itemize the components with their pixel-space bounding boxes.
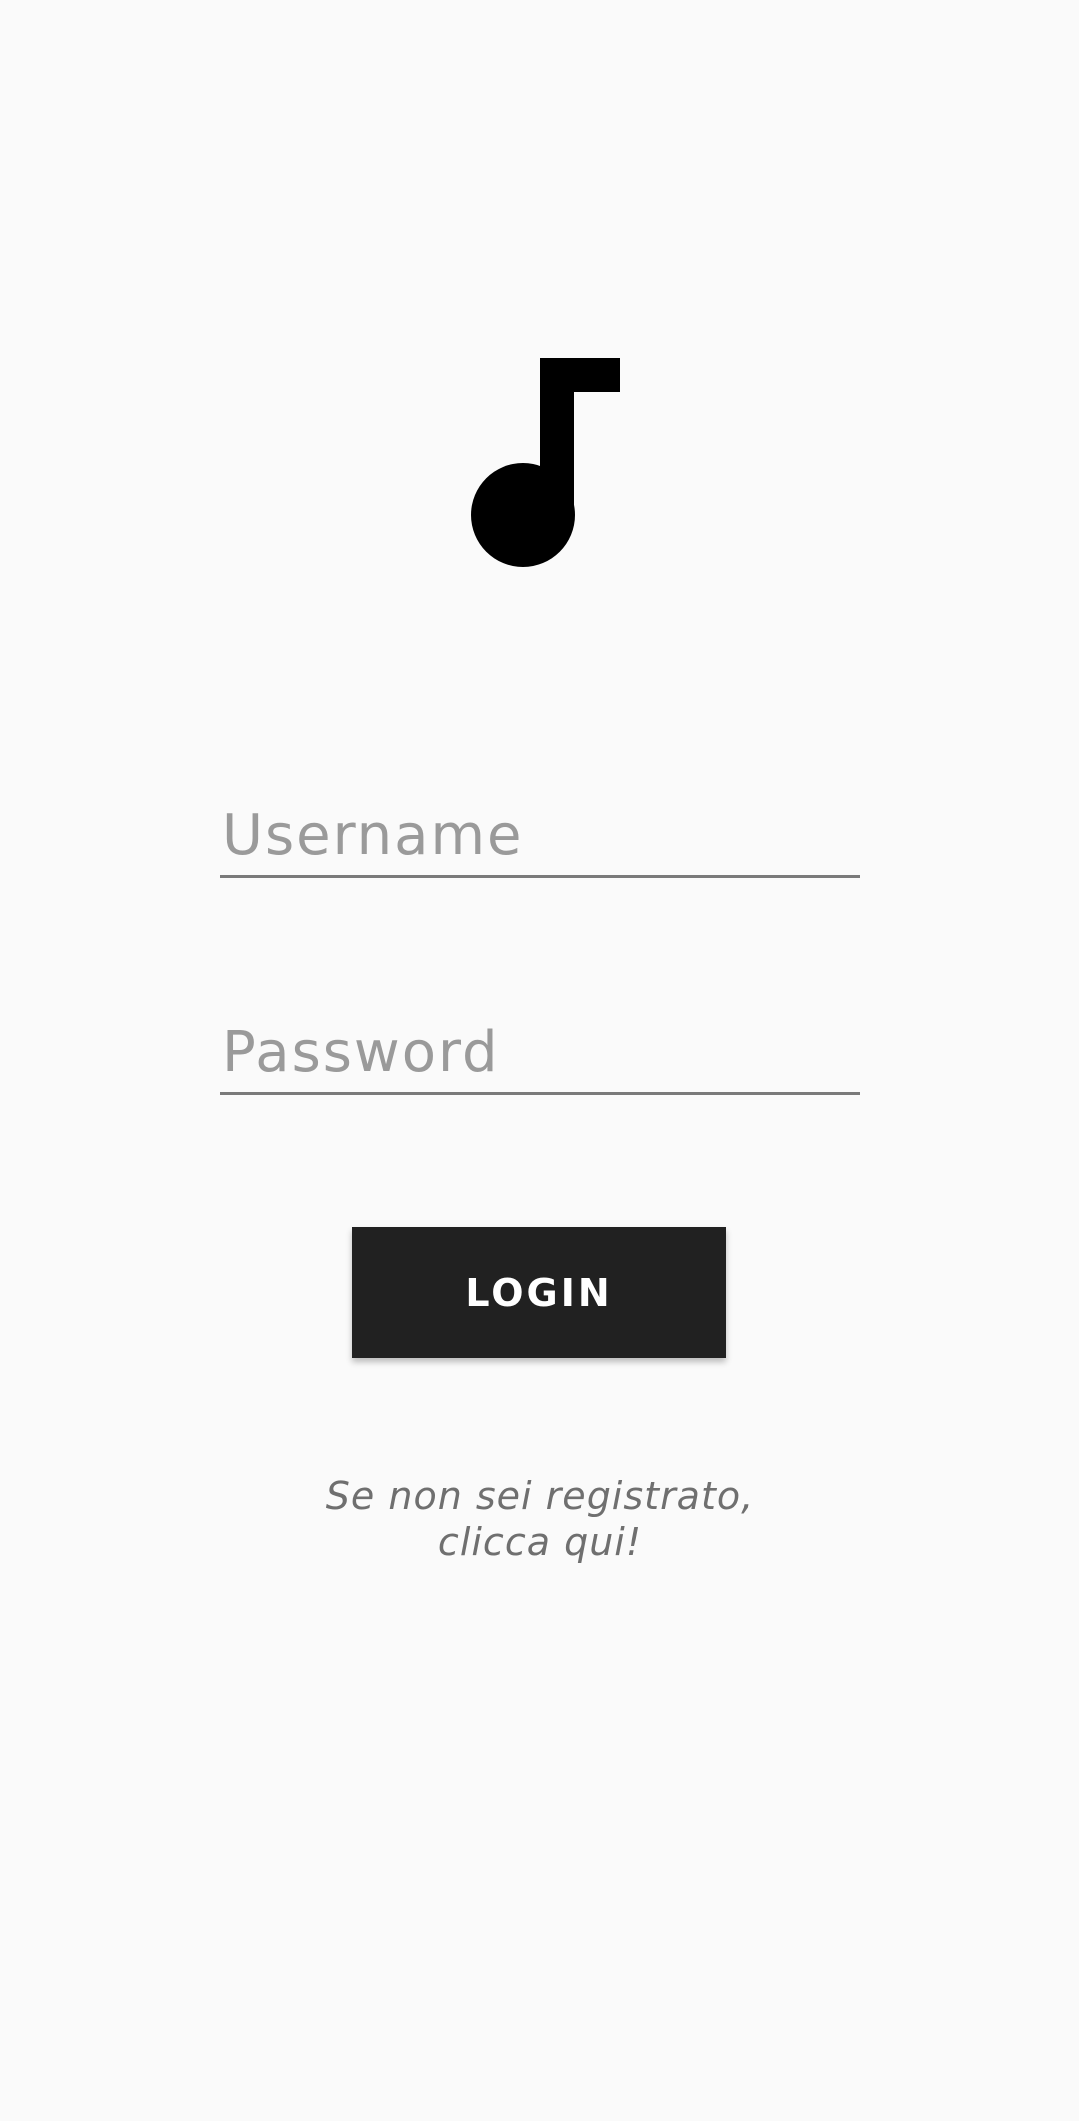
password-input[interactable]	[220, 1020, 860, 1084]
music-note-icon	[470, 358, 622, 568]
password-field[interactable]	[220, 1015, 860, 1095]
register-link[interactable]: Se non sei registrato, clicca qui!	[190, 1473, 890, 1565]
username-input[interactable]	[220, 803, 860, 867]
username-field[interactable]	[220, 798, 860, 878]
register-link-line1: Se non sei registrato,	[325, 1474, 755, 1518]
login-button[interactable]: LOGIN	[352, 1227, 726, 1358]
register-link-line2: clicca qui!	[437, 1520, 643, 1564]
